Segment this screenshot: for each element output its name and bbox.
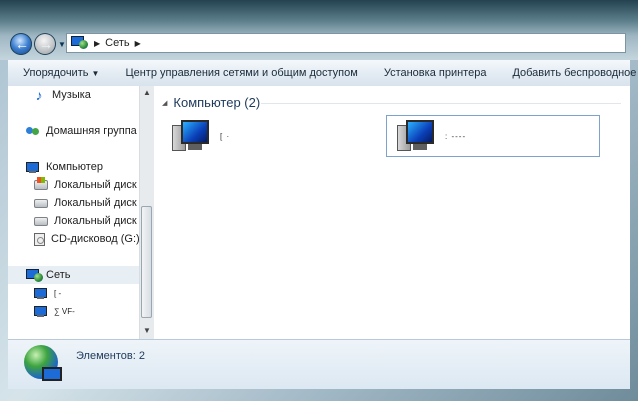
sidebar-item-cd-drive[interactable]: CD-дисковод (G:) — [8, 230, 139, 248]
address-bar[interactable]: ▶ Сеть ▶ — [66, 33, 626, 53]
network-icon — [26, 269, 43, 282]
sidebar-item-label: Сеть — [46, 269, 71, 281]
sidebar-item-label: Домашняя группа — [46, 125, 137, 137]
sidebar-item-local-disk-c[interactable]: Локальный диск ( — [8, 176, 139, 194]
computer-icon — [397, 118, 441, 154]
content-area: ◢ Компьютер (2) [ · : ---- — [154, 86, 630, 339]
sidebar-item-local-disk-d[interactable]: Локальный диск (I — [8, 194, 139, 212]
scrollbar-thumb[interactable] — [141, 206, 152, 318]
explorer-window: ← → ▼ ▶ Сеть ▶ Упорядочить ▼ Центр управ… — [0, 0, 638, 401]
sidebar-item-label: Локальный диск (I — [54, 215, 139, 227]
computer-tile-selected[interactable]: : ---- — [386, 115, 600, 157]
sidebar-item-label: Компьютер — [46, 161, 103, 173]
sidebar-item-label: Локальный диск ( — [54, 179, 139, 191]
computer-name: : ---- — [445, 131, 467, 141]
network-globe-icon — [22, 343, 64, 385]
recent-pages-chevron-icon[interactable]: ▼ — [58, 40, 66, 49]
chevron-down-icon: ▼ — [91, 69, 100, 78]
music-icon: ♪ — [35, 87, 43, 103]
sidebar-item-homegroup[interactable]: Домашняя группа — [8, 122, 139, 140]
sidebar-item-local-disk-e[interactable]: Локальный диск (I — [8, 212, 139, 230]
scroll-down-arrow-icon[interactable]: ▼ — [143, 326, 151, 335]
breadcrumb-separator-icon[interactable]: ▶ — [135, 39, 141, 48]
navigation-pane-scrollbar[interactable]: ▲ ▼ — [139, 86, 154, 339]
sidebar-item-network[interactable]: Сеть — [8, 266, 139, 284]
group-divider — [154, 95, 630, 113]
scroll-up-arrow-icon[interactable]: ▲ — [143, 88, 151, 97]
computer-icon — [172, 118, 216, 154]
navigation-bar: ← → ▼ ▶ Сеть ▶ — [0, 0, 638, 60]
windows-drive-icon — [34, 177, 48, 190]
computer-icon — [26, 161, 40, 173]
breadcrumb-separator-icon[interactable]: ▶ — [94, 39, 100, 48]
item-count-label: Элементов: 2 — [76, 350, 145, 362]
navigation-pane: ♪ Музыка Домашняя группа Компьютер Локал… — [8, 86, 139, 339]
network-center-button[interactable]: Центр управления сетями и общим доступом — [112, 67, 370, 79]
sidebar-item-label: Музыка — [52, 89, 91, 101]
drive-icon — [34, 216, 48, 226]
sidebar-item-label: CD-дисковод (G:) — [51, 233, 139, 245]
computer-name: [ · — [220, 131, 231, 141]
computer-icon — [34, 305, 48, 317]
computer-tile[interactable]: [ · — [162, 115, 376, 157]
forward-arrow-icon: → — [39, 36, 53, 52]
back-arrow-icon: ← — [15, 36, 29, 52]
drive-icon — [34, 198, 48, 208]
breadcrumb-network[interactable]: Сеть — [105, 37, 129, 49]
forward-button[interactable]: → — [34, 33, 56, 55]
add-wireless-device-button[interactable]: Добавить беспроводное устр — [499, 67, 638, 79]
sidebar-item-label: ∑ VF- — [54, 306, 75, 316]
sidebar-item-label: Локальный диск (I — [54, 197, 139, 209]
sidebar-item-network-computer[interactable]: [ - — [8, 284, 139, 302]
homegroup-icon — [26, 125, 40, 137]
group-divider-line — [261, 103, 621, 104]
sidebar-item-computer[interactable]: Компьютер — [8, 158, 139, 176]
organize-button[interactable]: Упорядочить ▼ — [8, 67, 112, 79]
sidebar-item-music[interactable]: ♪ Музыка — [8, 86, 139, 104]
add-printer-button[interactable]: Установка принтера — [371, 67, 500, 79]
cd-drive-icon — [34, 232, 45, 246]
sidebar-item-network-computer[interactable]: ∑ VF- — [8, 302, 139, 320]
network-icon — [71, 36, 89, 50]
computer-icon — [34, 287, 48, 299]
command-bar: Упорядочить ▼ Центр управления сетями и … — [8, 60, 638, 87]
back-button[interactable]: ← — [10, 33, 32, 55]
organize-label: Упорядочить — [23, 67, 89, 79]
details-pane: Элементов: 2 — [8, 339, 630, 389]
sidebar-item-label: [ - — [54, 288, 62, 298]
